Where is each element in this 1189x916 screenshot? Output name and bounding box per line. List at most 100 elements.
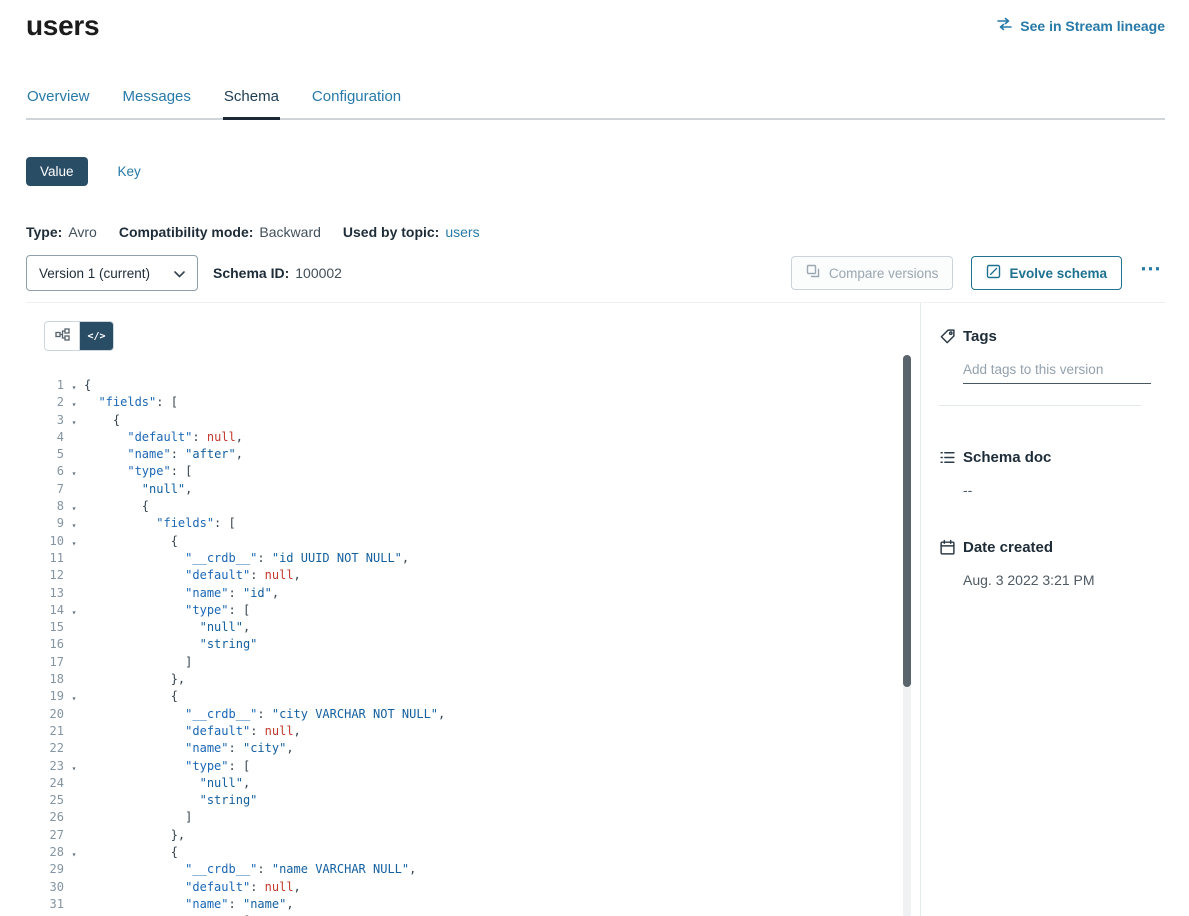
code-text: "null", [84, 619, 250, 636]
fold-spacer [64, 429, 84, 446]
line-number: 3 [26, 412, 64, 429]
tag-icon [939, 328, 956, 345]
code-view-button[interactable]: </> [79, 322, 113, 350]
schema-doc-value: -- [963, 482, 1165, 498]
toggle-key-button[interactable]: Key [118, 157, 141, 186]
editor-view-toggle: </> [44, 321, 114, 351]
code-line: 17 ] [26, 654, 920, 671]
fold-spacer [64, 896, 84, 913]
fold-toggle-icon[interactable]: ▾ [64, 463, 84, 480]
fold-spacer [64, 827, 84, 844]
fold-spacer [64, 585, 84, 602]
fold-toggle-icon[interactable]: ▾ [64, 377, 84, 394]
compare-versions-button[interactable]: Compare versions [791, 256, 954, 290]
line-number: 6 [26, 463, 64, 480]
line-number: 9 [26, 515, 64, 532]
schema-page: users See in Stream lineage Overview Mess… [0, 0, 1189, 916]
fold-toggle-icon[interactable]: ▾ [64, 688, 84, 705]
line-number: 31 [26, 896, 64, 913]
code-text: ] [84, 809, 192, 826]
code-text: "string" [84, 792, 257, 809]
stream-lineage-link[interactable]: See in Stream lineage [996, 16, 1165, 35]
code-line: 9▾ "fields": [ [26, 515, 920, 532]
code-text: "type": [ [84, 602, 250, 619]
fold-spacer [64, 636, 84, 653]
add-tags-input[interactable] [963, 362, 1151, 384]
code-line: 29 "__crdb__": "name VARCHAR NULL", [26, 861, 920, 878]
line-number: 27 [26, 827, 64, 844]
schema-editor: </> 1▾{2▾ "fields": [3▾ {4 "default": nu… [26, 303, 920, 916]
code-line: 8▾ { [26, 498, 920, 515]
page-title: users [26, 10, 1165, 42]
code-line: 12 "default": null, [26, 567, 920, 584]
line-number: 18 [26, 671, 64, 688]
line-number: 4 [26, 429, 64, 446]
code-text: "default": null, [84, 429, 243, 446]
code-text: }, [84, 827, 185, 844]
fold-toggle-icon[interactable]: ▾ [64, 602, 84, 619]
meta-topic-label: Used by topic: [343, 224, 439, 240]
fold-toggle-icon[interactable]: ▾ [64, 394, 84, 411]
fold-toggle-icon[interactable]: ▾ [64, 412, 84, 429]
tree-view-button[interactable] [45, 322, 79, 350]
tab-schema[interactable]: Schema [223, 88, 280, 118]
fold-spacer [64, 446, 84, 463]
code-text: { [84, 498, 149, 515]
fold-toggle-icon[interactable]: ▾ [64, 758, 84, 775]
code-lines: 1▾{2▾ "fields": [3▾ {4 "default": null,5… [26, 377, 920, 916]
code-text: { [84, 377, 91, 394]
editor-scrollbar[interactable] [903, 355, 911, 916]
code-line: 22 "name": "city", [26, 740, 920, 757]
code-line: 6▾ "type": [ [26, 463, 920, 480]
tab-configuration[interactable]: Configuration [311, 88, 402, 118]
schema-doc-title: Schema doc [963, 449, 1051, 466]
code-line: 21 "default": null, [26, 723, 920, 740]
compare-versions-icon [806, 264, 821, 282]
fold-spacer [64, 550, 84, 567]
line-number: 13 [26, 585, 64, 602]
line-number: 11 [26, 550, 64, 567]
fold-spacer [64, 567, 84, 584]
line-number: 26 [26, 809, 64, 826]
code-text: "default": null, [84, 879, 301, 896]
fold-toggle-icon[interactable]: ▾ [64, 533, 84, 550]
version-toolbar: Version 1 (current) Schema ID: 100002 Co… [26, 255, 1165, 291]
code-text: "__crdb__": "city VARCHAR NOT NULL", [84, 706, 445, 723]
evolve-schema-button[interactable]: Evolve schema [971, 256, 1122, 290]
code-text: "type": [ [84, 463, 192, 480]
fold-spacer [64, 740, 84, 757]
fold-spacer [64, 671, 84, 688]
code-line: 24 "null", [26, 775, 920, 792]
scrollbar-thumb[interactable] [903, 355, 911, 687]
fold-toggle-icon[interactable]: ▾ [64, 844, 84, 861]
code-line: 4 "default": null, [26, 429, 920, 446]
line-number: 22 [26, 740, 64, 757]
tab-overview[interactable]: Overview [26, 88, 91, 118]
more-options-button[interactable]: ⋯ [1136, 264, 1165, 282]
code-line: 7 "null", [26, 481, 920, 498]
line-number: 20 [26, 706, 64, 723]
code-line: 26 ] [26, 809, 920, 826]
code-line: 18 }, [26, 671, 920, 688]
toggle-value-button[interactable]: Value [26, 157, 88, 186]
line-number: 19 [26, 688, 64, 705]
fold-spacer [64, 809, 84, 826]
fold-toggle-icon[interactable]: ▾ [64, 515, 84, 532]
fold-spacer [64, 861, 84, 878]
meta-type: Type: Avro [26, 224, 97, 240]
line-number: 12 [26, 567, 64, 584]
meta-type-value: Avro [68, 224, 97, 240]
version-select[interactable]: Version 1 (current) [26, 255, 198, 291]
code-text: "name": "id", [84, 585, 279, 602]
meta-used-by-topic: Used by topic: users [343, 224, 480, 240]
code-text: "string" [84, 636, 257, 653]
code-text: "default": null, [84, 567, 301, 584]
topic-link[interactable]: users [445, 224, 479, 240]
code-text: "default": null, [84, 723, 301, 740]
line-number: 17 [26, 654, 64, 671]
fold-toggle-icon[interactable]: ▾ [64, 498, 84, 515]
code-view-icon: </> [87, 331, 105, 342]
tab-messages[interactable]: Messages [122, 88, 192, 118]
date-created-section: Date created Aug. 3 2022 3:21 PM [939, 539, 1165, 588]
line-number: 24 [26, 775, 64, 792]
